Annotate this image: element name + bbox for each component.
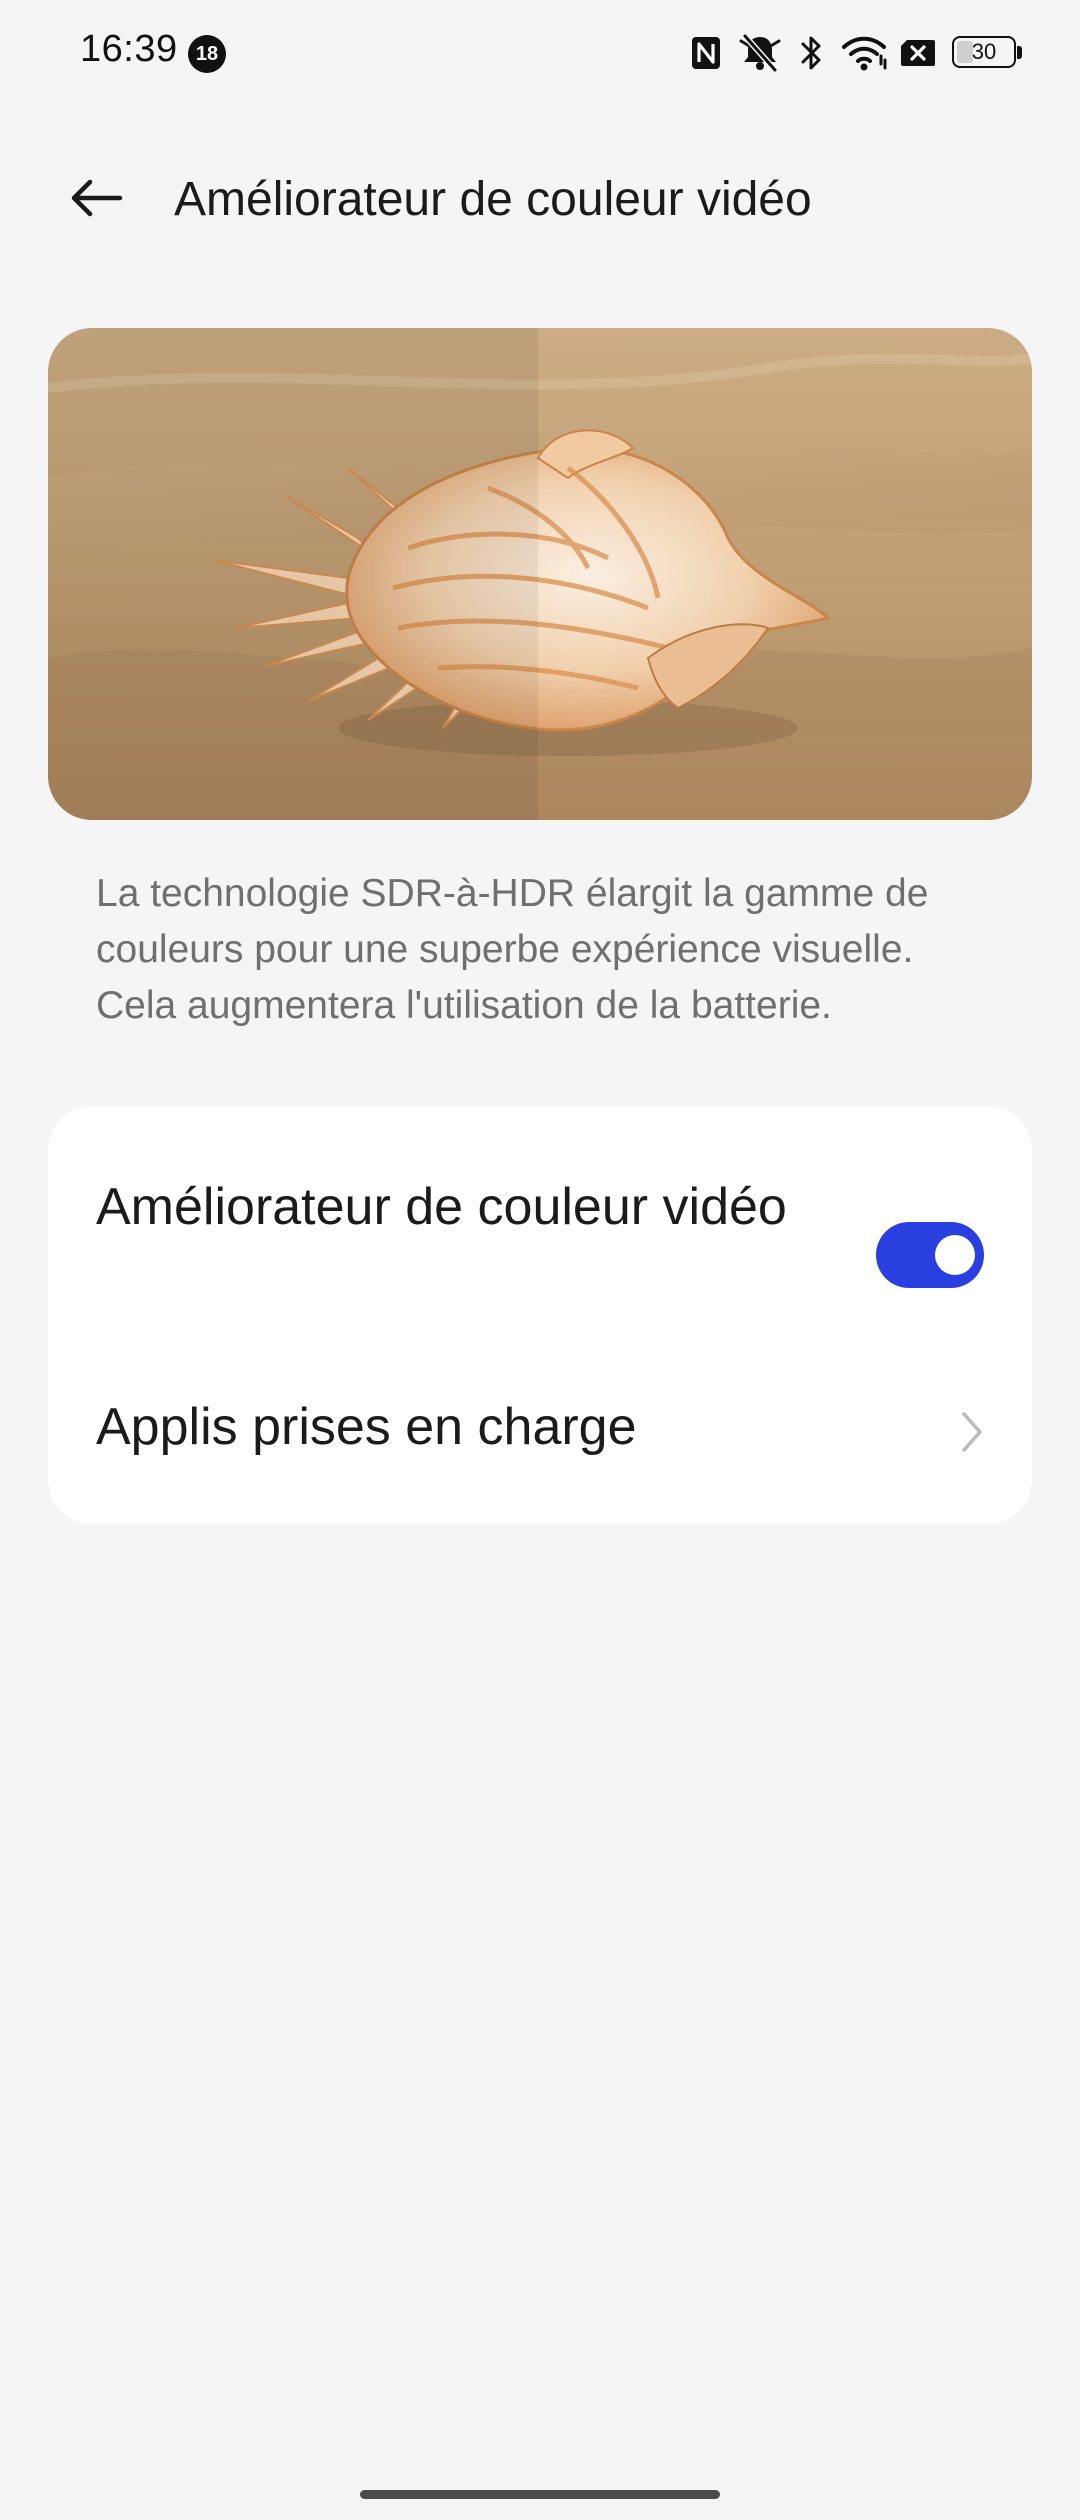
- home-indicator[interactable]: [360, 2490, 720, 2499]
- page-title: Améliorateur de couleur vidéo: [174, 173, 812, 226]
- settings-card: Améliorateur de couleur vidéo Applis pri…: [48, 1106, 1032, 1524]
- back-button[interactable]: [56, 160, 136, 240]
- sim-off-icon: [898, 32, 938, 74]
- bluetooth-icon: [796, 32, 826, 74]
- battery-level: 30: [971, 39, 997, 64]
- notification-count-badge: 18: [188, 35, 226, 73]
- video-color-enhancer-row[interactable]: Améliorateur de couleur vidéo: [48, 1172, 1032, 1322]
- video-color-enhancer-label: Améliorateur de couleur vidéo: [96, 1178, 787, 1236]
- supported-apps-row[interactable]: Applis prises en charge: [48, 1362, 1032, 1502]
- nfc-icon: [688, 32, 724, 74]
- status-time: 16:39: [80, 28, 178, 70]
- feature-description: La technologie SDR-à-HDR élargit la gamm…: [96, 872, 929, 1027]
- arrow-left-icon: [68, 178, 124, 223]
- status-bar: 16:39 18 30: [0, 0, 1080, 110]
- hero-image: [48, 328, 1032, 820]
- battery-terminal: [1017, 46, 1022, 59]
- chevron-right-icon: [952, 1404, 992, 1460]
- silent-mode-icon: [736, 32, 784, 74]
- toggle-knob: [935, 1235, 975, 1275]
- wifi-icon: [840, 32, 888, 74]
- supported-apps-label: Applis prises en charge: [96, 1398, 637, 1456]
- battery-fill: [957, 41, 973, 63]
- video-color-enhancer-toggle[interactable]: [876, 1222, 984, 1288]
- seashell-illustration: [48, 328, 1032, 820]
- battery-icon: 30: [952, 36, 1016, 68]
